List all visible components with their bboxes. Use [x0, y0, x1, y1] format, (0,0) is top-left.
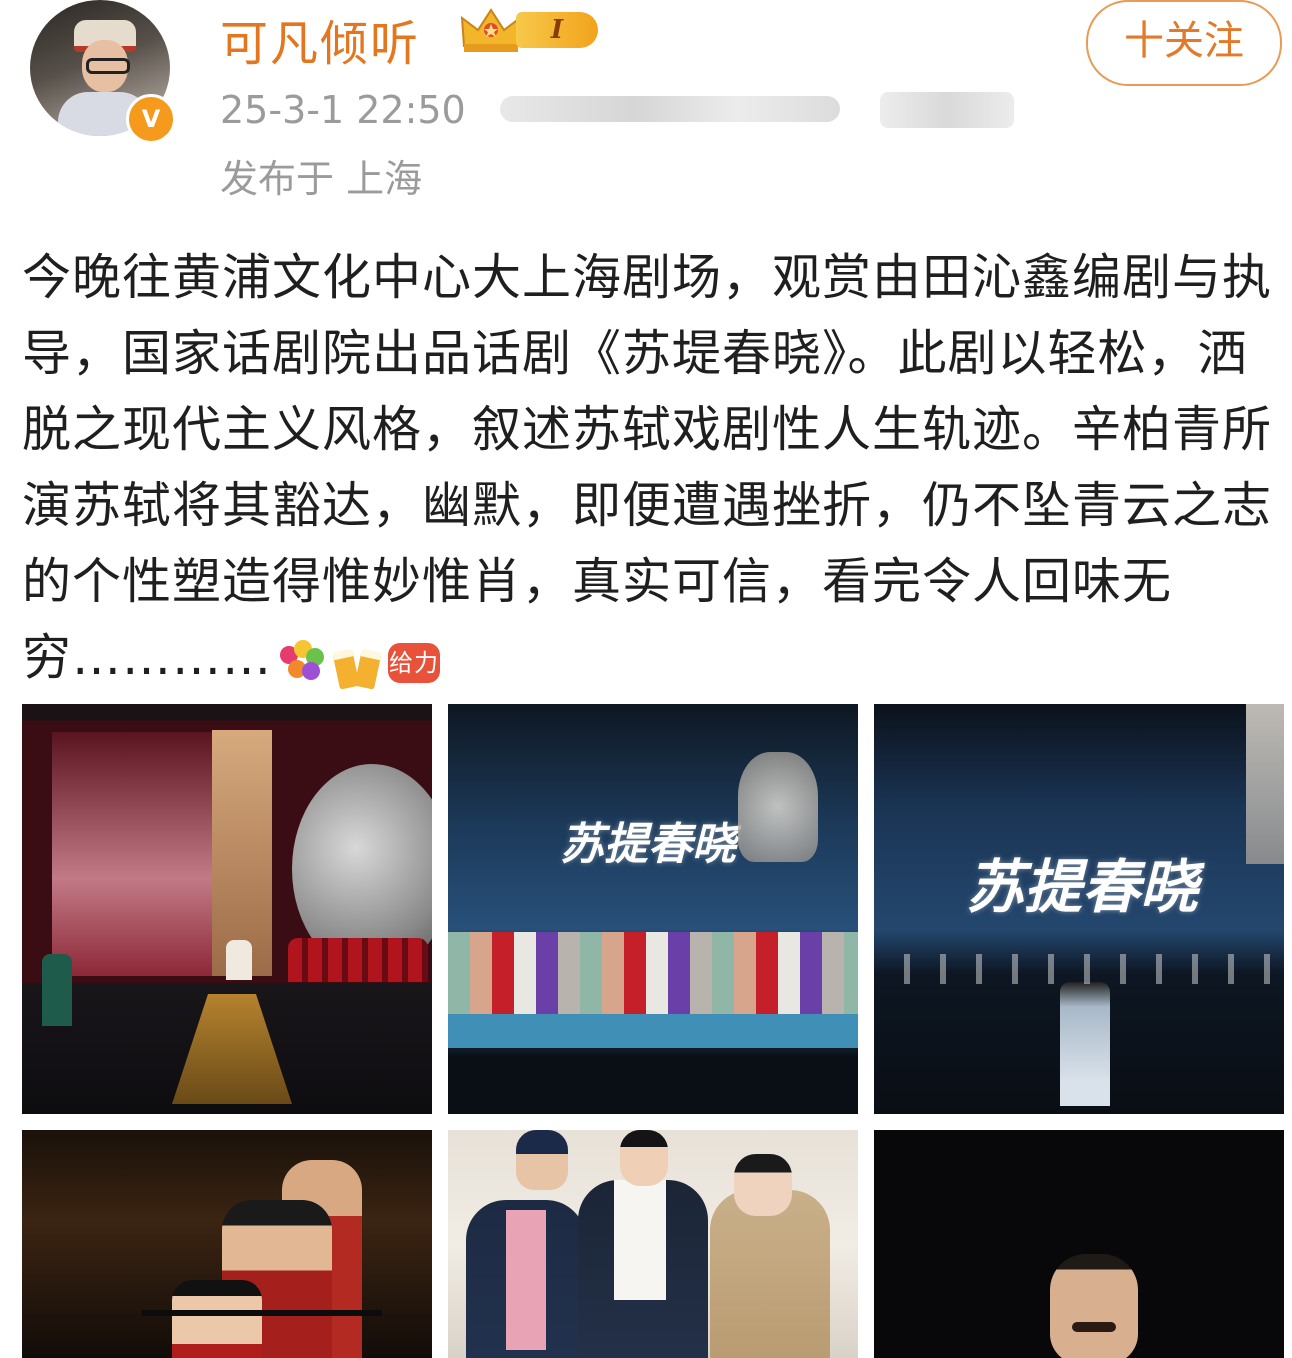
title-calligraphy: 苏提春晓 [966, 853, 1199, 921]
actor-white-robe [226, 940, 252, 980]
actor-solo [1060, 982, 1110, 1106]
avatar-glasses [86, 58, 130, 74]
photo-stage-moon[interactable] [22, 704, 432, 1114]
post-location: 发布于 上海 [220, 157, 423, 201]
photo-actors-red[interactable] [22, 1130, 432, 1358]
portrait-backdrop [1246, 704, 1284, 864]
photo-actor-closeup[interactable] [874, 1130, 1284, 1358]
post-text: 今晚往黄浦文化中心大上海剧场，观赏由田沁鑫编剧与执导，国家话剧院出品话剧《苏堤春… [22, 249, 1273, 686]
person-cap [516, 1130, 568, 1190]
verified-icon: V [126, 94, 176, 144]
cast-lineup [448, 932, 858, 1014]
white-shirt [614, 1180, 666, 1300]
post-timestamp: 25-3-1 22:50 [220, 88, 466, 132]
level-badge: I [516, 12, 598, 48]
actor-face [1050, 1254, 1138, 1358]
username[interactable]: 可凡倾听 [220, 4, 420, 74]
stage-floor [448, 1014, 858, 1048]
redacted-blur [500, 96, 840, 122]
follow-button[interactable]: 十关注 [1086, 0, 1282, 86]
stage-panel [52, 732, 222, 976]
stage-runway [172, 994, 292, 1104]
photo-group[interactable] [448, 1130, 858, 1358]
cheer-icon: 给力 [388, 643, 441, 683]
actor-mustache [1072, 1322, 1116, 1332]
distant-actors [874, 954, 1284, 984]
portrait-backdrop [738, 752, 818, 862]
post-body: 今晚往黄浦文化中心大上海剧场，观赏由田沁鑫编剧与执导，国家话剧院出品话剧《苏堤春… [22, 240, 1272, 699]
title-calligraphy: 苏提春晓 [560, 819, 736, 870]
redacted-blur [880, 92, 1014, 128]
person-face [620, 1130, 668, 1186]
photo-stage-title[interactable]: 苏提春晓 [874, 704, 1284, 1114]
crown-icon [460, 8, 522, 52]
actor-face [172, 1280, 262, 1358]
pink-shirt [506, 1210, 546, 1350]
red-robed-actors [288, 938, 428, 982]
photo-curtain-call[interactable]: 苏提春晓 [448, 704, 858, 1114]
actor-green-robe [42, 954, 72, 1026]
emoji-group: 给力 [272, 623, 441, 699]
hat-wing [142, 1310, 382, 1316]
beer-icon [332, 640, 384, 690]
person-face [734, 1154, 792, 1216]
flowers-icon [276, 640, 328, 686]
